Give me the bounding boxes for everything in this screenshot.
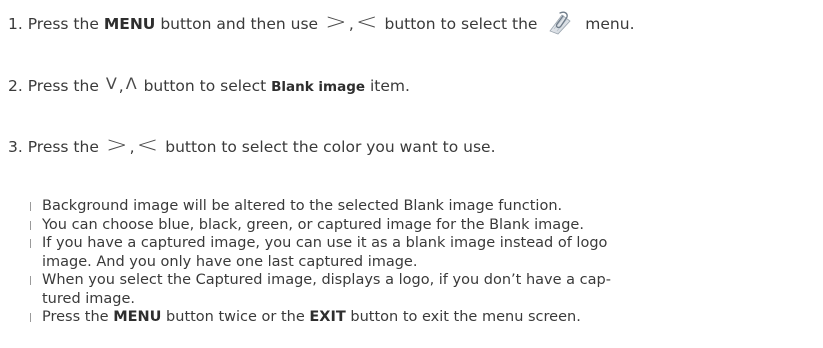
menu-button-label: MENU [103, 15, 156, 33]
down-arrow-symbol: V [105, 74, 117, 93]
note-text: You can choose blue, black, green, or ca… [42, 216, 584, 233]
notes-list: Background image will be altered to the … [30, 197, 810, 327]
list-item: You can choose blue, black, green, or ca… [30, 216, 810, 235]
list-item: Background image will be altered to the … [30, 197, 810, 216]
note-text-suffix: button to exit the menu screen. [345, 309, 581, 325]
step-2-suffix: item. [365, 77, 410, 95]
note-text-line-1: If you have a captured image, you can us… [42, 235, 608, 251]
step-1-mid2: button to select the [379, 15, 543, 33]
left-arrow-symbol: < [355, 9, 378, 35]
note-text-line-2: image. And you only have one last captur… [42, 253, 418, 270]
step-2-mid: button to select [138, 77, 272, 95]
comma: , [348, 15, 354, 33]
step-3: 3. Press the > ,< button to select the co… [8, 132, 496, 158]
list-item: Press the MENU button twice or the EXIT … [30, 308, 810, 327]
step-3-suffix: button to select the color you want to u… [160, 138, 496, 156]
bullet-mark [30, 276, 31, 285]
menu-button-label: MENU [113, 309, 162, 325]
bullet-mark [30, 313, 31, 322]
right-arrow-symbol: > [105, 132, 128, 158]
note-text-mid: button twice or the [161, 309, 310, 325]
note-text: Background image will be altered to the … [42, 198, 563, 214]
list-item: When you select the Captured image, disp… [30, 271, 810, 308]
right-arrow-symbol: > [325, 9, 347, 35]
comma: , [118, 77, 124, 95]
step-1-prefix: 1. Press the [8, 15, 104, 33]
bullet-mark [30, 220, 31, 230]
up-arrow-symbol: Λ [125, 74, 137, 93]
step-2: 2. Press the V,Λ button to select Blank … [8, 74, 410, 97]
step-3-prefix: 3. Press the [8, 138, 104, 156]
bullet-mark [30, 202, 31, 211]
exit-button-label: EXIT [309, 309, 346, 325]
note-text-line-2: tured image. [42, 290, 136, 307]
paper-clip-icon [546, 11, 574, 35]
step-1: 1. Press the MENU button and then use >,… [8, 11, 635, 35]
left-arrow-symbol: < [136, 132, 159, 158]
step-1-suffix: menu. [580, 15, 635, 33]
comma: , [129, 138, 135, 156]
bullet-mark [30, 239, 31, 248]
step-1-mid: button and then use [155, 15, 324, 33]
step-2-prefix: 2. Press the [8, 77, 104, 95]
list-item: If you have a captured image, you can us… [30, 234, 810, 271]
note-text-line-1: When you select the Captured image, disp… [42, 272, 611, 288]
blank-image-item: Blank image [271, 79, 366, 95]
note-text-prefix: Press the [42, 309, 114, 325]
